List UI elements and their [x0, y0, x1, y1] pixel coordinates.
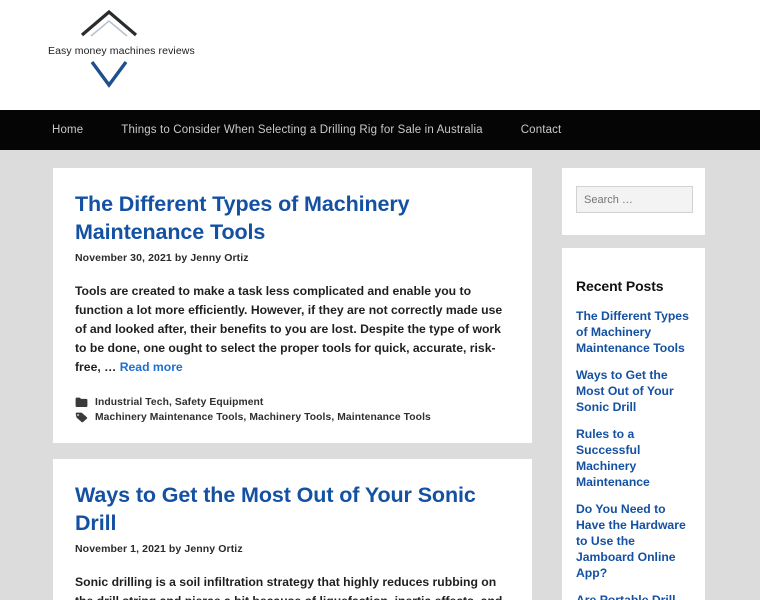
list-item: Are Portable Drill Rigs Better Than Regu… — [576, 592, 691, 600]
list-item: Rules to a Successful Machinery Maintena… — [576, 426, 691, 490]
main-content: The Different Types of Machinery Mainten… — [53, 168, 532, 600]
site-title: Easy money machines reviews — [48, 45, 195, 57]
recent-posts-title: Recent Posts — [576, 278, 664, 294]
recent-post-link[interactable]: Rules to a Successful Machinery Maintena… — [576, 426, 691, 490]
post-title-text: Ways to Get the Most Out of Your Sonic D… — [75, 483, 476, 535]
recent-posts-list: The Different Types of Machinery Mainten… — [576, 308, 691, 600]
folder-icon — [75, 397, 88, 408]
sidebar: Recent Posts The Different Types of Mach… — [562, 168, 705, 600]
post-title-text: The Different Types of Machinery Mainten… — [75, 192, 410, 244]
list-item: Do You Need to Have the Hardware to Use … — [576, 501, 691, 581]
site-header: Easy money machines reviews — [0, 0, 760, 110]
nav-item-drilling-rig-article[interactable]: Things to Consider When Selecting a Dril… — [121, 124, 482, 136]
post-excerpt: Sonic drilling is a soil infiltration st… — [75, 573, 510, 600]
recent-posts-widget: Recent Posts The Different Types of Mach… — [562, 248, 705, 600]
search-input[interactable] — [576, 186, 693, 213]
post-card: Ways to Get the Most Out of Your Sonic D… — [53, 459, 532, 600]
post-title[interactable]: Ways to Get the Most Out of Your Sonic D… — [75, 481, 510, 537]
tag-icon — [75, 412, 88, 423]
list-item: The Different Types of Machinery Mainten… — [576, 308, 691, 356]
post-tags-row: Machinery Maintenance Tools, Machinery T… — [75, 412, 510, 423]
site-logo[interactable]: Easy money machines reviews — [48, 8, 195, 94]
post-excerpt-text: Sonic drilling is a soil infiltration st… — [75, 575, 502, 600]
nav-item-home[interactable]: Home — [52, 124, 83, 136]
recent-post-link[interactable]: Ways to Get the Most Out of Your Sonic D… — [576, 367, 691, 415]
post-categories-row: Industrial Tech, Safety Equipment — [75, 397, 510, 408]
post-card: The Different Types of Machinery Mainten… — [53, 168, 532, 443]
post-excerpt: Tools are created to make a task less co… — [75, 282, 510, 377]
recent-post-link[interactable]: Are Portable Drill Rigs Better Than Regu… — [576, 592, 691, 600]
recent-post-link[interactable]: Do You Need to Have the Hardware to Use … — [576, 501, 691, 581]
list-item: Ways to Get the Most Out of Your Sonic D… — [576, 367, 691, 415]
recent-post-link[interactable]: The Different Types of Machinery Mainten… — [576, 308, 691, 356]
page-body: The Different Types of Machinery Mainten… — [0, 150, 760, 600]
search-widget — [562, 168, 705, 235]
post-title[interactable]: The Different Types of Machinery Mainten… — [75, 190, 510, 246]
post-categories-text[interactable]: Industrial Tech, Safety Equipment — [95, 397, 263, 408]
post-meta: November 30, 2021 by Jenny Ortiz — [75, 252, 249, 264]
post-tags-text[interactable]: Machinery Maintenance Tools, Machinery T… — [95, 412, 431, 423]
chevron-up-icon — [48, 8, 170, 43]
primary-navigation[interactable]: Home Things to Consider When Selecting a… — [0, 110, 760, 150]
nav-item-contact[interactable]: Contact — [521, 124, 562, 136]
post-meta: November 1, 2021 by Jenny Ortiz — [75, 543, 243, 555]
read-more-link[interactable]: Read more — [120, 360, 183, 374]
chevron-down-icon — [48, 59, 170, 94]
